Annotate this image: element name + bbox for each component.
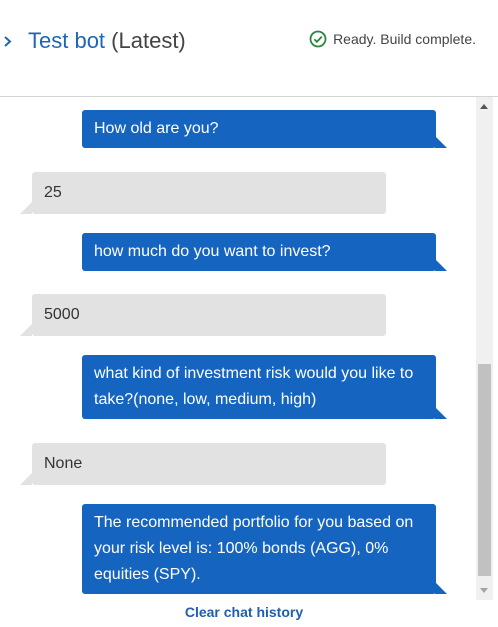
scrollbar-thumb[interactable]	[478, 364, 491, 576]
bot-message: The recommended portfolio for you based …	[82, 504, 447, 594]
scroll-up-icon[interactable]	[480, 104, 488, 109]
status-text: Ready. Build complete.	[333, 31, 476, 47]
chat-scrollbar[interactable]	[476, 97, 493, 600]
check-circle-icon	[309, 30, 327, 48]
bot-name: Test bot	[28, 28, 106, 53]
user-message: 5000	[20, 294, 386, 336]
user-message: None	[20, 443, 386, 485]
chat-transcript: How old are you? 25 how much do you want…	[0, 97, 498, 600]
page-title: Test bot (Latest)	[28, 28, 186, 54]
bot-message: what kind of investment risk would you l…	[82, 355, 447, 419]
bot-message: how much do you want to invest?	[82, 233, 447, 271]
build-status: Ready. Build complete.	[309, 30, 476, 48]
chevron-right-icon[interactable]	[0, 28, 20, 54]
bot-message: How old are you?	[82, 110, 447, 148]
header: Test bot (Latest) Ready. Build complete.	[0, 0, 498, 97]
clear-chat-history-link[interactable]: Clear chat history	[0, 604, 488, 620]
scroll-down-icon[interactable]	[480, 588, 488, 593]
user-message: 25	[20, 172, 386, 214]
version-label: (Latest)	[111, 28, 186, 53]
